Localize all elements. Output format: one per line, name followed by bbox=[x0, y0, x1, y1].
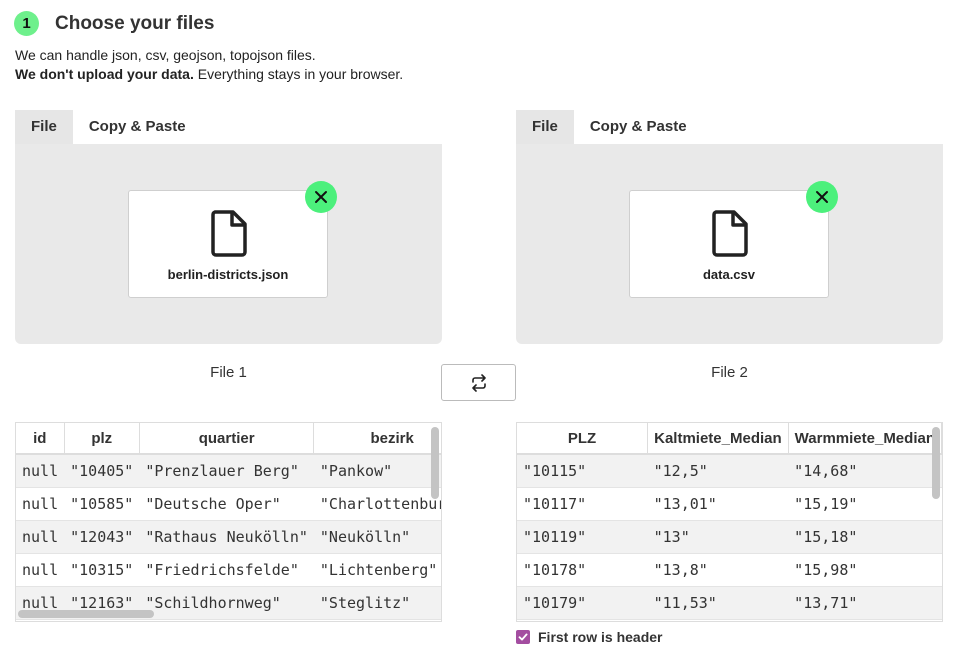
supported-formats-text: We can handle json, csv, geojson, topojs… bbox=[15, 47, 316, 63]
file-dropzone[interactable]: berlin-districts.json bbox=[15, 144, 442, 344]
table-cell: "Prenzlauer Berg" bbox=[139, 454, 314, 488]
table-row: null "10585" "Deutsche Oper" "Charlotten… bbox=[16, 487, 441, 521]
file-name: data.csv bbox=[702, 267, 756, 282]
file-card: berlin-districts.json bbox=[128, 181, 337, 298]
column-header[interactable]: PLZ bbox=[517, 423, 649, 455]
table-row: null "10315" "Friedrichsfelde" "Lichtenb… bbox=[16, 553, 441, 587]
table-header-row: id plz quartier bezirk bbox=[16, 423, 441, 455]
table-row: "10178" "13,8" "15,98" bbox=[517, 553, 942, 587]
table-header-row: PLZ Kaltmiete_Median Warmmiete_Median bbox=[517, 423, 942, 455]
column-header[interactable]: id bbox=[16, 423, 65, 455]
tab-file[interactable]: File bbox=[15, 110, 73, 144]
step-header: 1 Choose your files bbox=[14, 11, 214, 36]
privacy-note-bold: We don't upload your data. bbox=[15, 66, 194, 82]
column-header[interactable]: quartier bbox=[139, 423, 315, 455]
table-row: "10117" "13,01" "15,19" bbox=[517, 487, 942, 521]
table-cell: "Neukölln" bbox=[313, 520, 441, 554]
file-name: berlin-districts.json bbox=[167, 267, 289, 282]
file-1-panel: File Copy & Paste berlin-districts.json bbox=[15, 110, 442, 344]
table-cell: "13" bbox=[647, 520, 789, 554]
table-cell: "10315" bbox=[64, 553, 140, 587]
first-row-header-label: First row is header bbox=[538, 629, 663, 645]
table-cell: "Schildhornweg" bbox=[139, 586, 314, 620]
close-icon bbox=[816, 191, 828, 203]
file-card: data.csv bbox=[629, 181, 838, 298]
checkmark-icon bbox=[518, 633, 528, 641]
horizontal-scrollbar[interactable] bbox=[18, 610, 154, 618]
table-cell: null bbox=[16, 454, 65, 488]
table-cell: "Charlottenburg" bbox=[313, 487, 441, 521]
tab-copy-paste[interactable]: Copy & Paste bbox=[73, 110, 202, 144]
table-cell: "12043" bbox=[64, 520, 140, 554]
first-row-header-toggle[interactable]: First row is header bbox=[516, 629, 662, 645]
table-cell: "11,53" bbox=[647, 586, 789, 620]
table-cell: "15,19" bbox=[788, 487, 942, 521]
column-header[interactable]: plz bbox=[64, 423, 140, 455]
column-header[interactable]: Warmmiete_Median bbox=[788, 423, 942, 455]
table-cell: "10178" bbox=[517, 553, 648, 587]
table-row: "10115" "12,5" "14,68" bbox=[517, 454, 942, 488]
table-row: null "12043" "Rathaus Neukölln" "Neuköll… bbox=[16, 520, 441, 554]
table-cell: "Deutsche Oper" bbox=[139, 487, 314, 521]
table-row: "10179" "11,53" "13,71" bbox=[517, 586, 942, 620]
table-cell: "13,71" bbox=[788, 586, 942, 620]
table-cell: "Steglitz" bbox=[313, 586, 441, 620]
remove-file-button[interactable] bbox=[806, 181, 838, 213]
privacy-note: We don't upload your data. Everything st… bbox=[15, 66, 403, 82]
table-cell: "14,68" bbox=[788, 454, 942, 488]
vertical-scrollbar[interactable] bbox=[932, 427, 940, 499]
table-cell: "10179" bbox=[517, 586, 648, 620]
swap-files-button[interactable] bbox=[441, 364, 516, 401]
file-icon bbox=[211, 210, 247, 257]
table-cell: "13,8" bbox=[647, 553, 789, 587]
preview-table: id plz quartier bezirk null "10405" "Pre… bbox=[16, 423, 441, 620]
table-cell: "Rathaus Neukölln" bbox=[139, 520, 314, 554]
vertical-scrollbar[interactable] bbox=[431, 427, 439, 499]
file-1-preview-table[interactable]: id plz quartier bezirk null "10405" "Pre… bbox=[15, 422, 442, 622]
table-cell: null bbox=[16, 487, 65, 521]
table-row: null "10405" "Prenzlauer Berg" "Pankow" … bbox=[16, 454, 441, 488]
column-header[interactable]: bezirk bbox=[313, 423, 441, 455]
table-cell: null bbox=[16, 553, 65, 587]
table-cell: "15,98" bbox=[788, 553, 942, 587]
file-icon bbox=[712, 210, 748, 257]
file-1-label: File 1 bbox=[210, 364, 247, 381]
table-cell: "10117" bbox=[517, 487, 648, 521]
tab-file[interactable]: File bbox=[516, 110, 574, 144]
table-cell: "15,18" bbox=[788, 520, 942, 554]
file-1-tabs: File Copy & Paste bbox=[15, 110, 442, 144]
table-cell: "Lichtenberg" bbox=[313, 553, 441, 587]
tab-copy-paste[interactable]: Copy & Paste bbox=[574, 110, 703, 144]
file-dropzone[interactable]: data.csv bbox=[516, 144, 943, 344]
close-icon bbox=[315, 191, 327, 203]
step-number-badge: 1 bbox=[14, 11, 39, 36]
table-cell: "10405" bbox=[64, 454, 140, 488]
table-cell: null bbox=[16, 520, 65, 554]
file-2-tabs: File Copy & Paste bbox=[516, 110, 943, 144]
swap-icon bbox=[471, 373, 486, 392]
table-row: "10119" "13" "15,18" bbox=[517, 520, 942, 554]
table-cell: "13,01" bbox=[647, 487, 789, 521]
table-cell: "Friedrichsfelde" bbox=[139, 553, 314, 587]
remove-file-button[interactable] bbox=[305, 181, 337, 213]
file-2-panel: File Copy & Paste data.csv bbox=[516, 110, 943, 344]
table-cell: "10115" bbox=[517, 454, 648, 488]
table-cell: "10585" bbox=[64, 487, 140, 521]
privacy-note-rest: Everything stays in your browser. bbox=[193, 66, 404, 82]
table-cell: "12,5" bbox=[647, 454, 789, 488]
table-cell: "10119" bbox=[517, 520, 648, 554]
preview-table: PLZ Kaltmiete_Median Warmmiete_Median "1… bbox=[517, 423, 942, 620]
file-2-label: File 2 bbox=[711, 364, 748, 381]
first-row-header-checkbox[interactable] bbox=[516, 630, 530, 644]
file-2-preview-table[interactable]: PLZ Kaltmiete_Median Warmmiete_Median "1… bbox=[516, 422, 943, 622]
table-cell: "Pankow" bbox=[313, 454, 441, 488]
column-header[interactable]: Kaltmiete_Median bbox=[647, 423, 789, 455]
step-title: Choose your files bbox=[55, 12, 215, 34]
